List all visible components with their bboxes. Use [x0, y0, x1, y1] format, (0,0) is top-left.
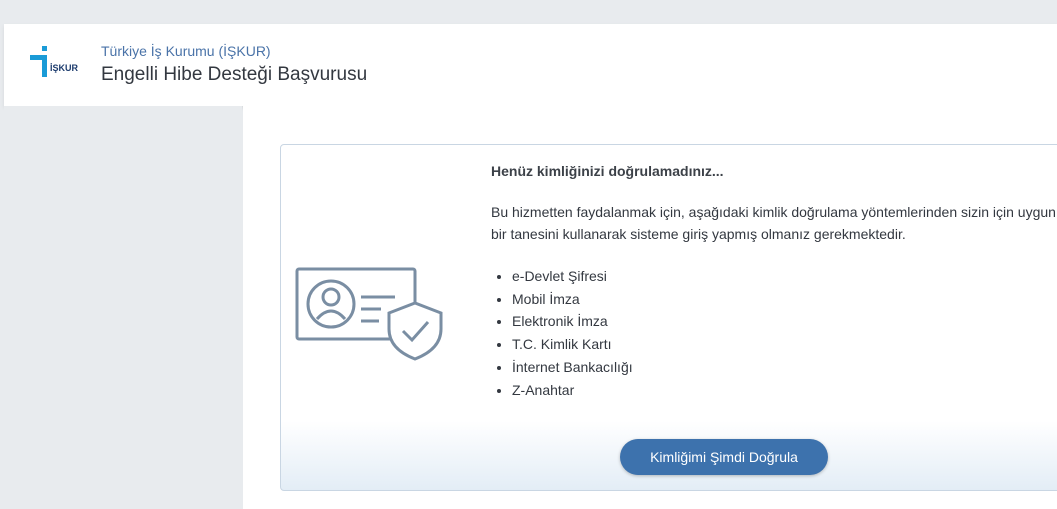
list-item: e-Devlet Şifresi	[512, 265, 633, 288]
iskur-logo: İŞKUR	[30, 46, 79, 77]
verification-heading: Henüz kimliğinizi doğrulamadınız...	[491, 163, 724, 179]
list-item: T.C. Kimlik Kartı	[512, 333, 633, 356]
sidebar	[4, 106, 242, 509]
list-item: İnternet Bankacılığı	[512, 356, 633, 379]
list-item: Mobil İmza	[512, 288, 633, 311]
list-item: Z-Anahtar	[512, 379, 633, 402]
id-card-shield-icon	[295, 267, 443, 361]
description-line: Bu hizmetten faydalanmak için, aşağıdaki…	[491, 204, 1057, 220]
app-header: İŞKUR Türkiye İş Kurumu (İŞKUR) Engelli …	[4, 24, 1057, 106]
identity-verification-card: Henüz kimliğinizi doğrulamadınız... Bu h…	[280, 144, 1057, 491]
logo-text: İŞKUR	[50, 63, 79, 73]
verify-identity-button[interactable]: Kimliğimi Şimdi Doğrula	[620, 439, 828, 475]
verification-methods-list: e-Devlet Şifresi Mobil İmza Elektronik İ…	[491, 265, 633, 401]
list-item: Elektronik İmza	[512, 310, 633, 333]
organization-name: Türkiye İş Kurumu (İŞKUR)	[101, 43, 271, 59]
page-title: Engelli Hibe Desteği Başvurusu	[101, 64, 368, 85]
main-content: Henüz kimliğinizi doğrulamadınız... Bu h…	[243, 106, 1057, 509]
description-line: bir tanesini kullanarak sisteme giriş ya…	[491, 226, 906, 242]
verification-description: Bu hizmetten faydalanmak için, aşağıdaki…	[491, 201, 1057, 245]
